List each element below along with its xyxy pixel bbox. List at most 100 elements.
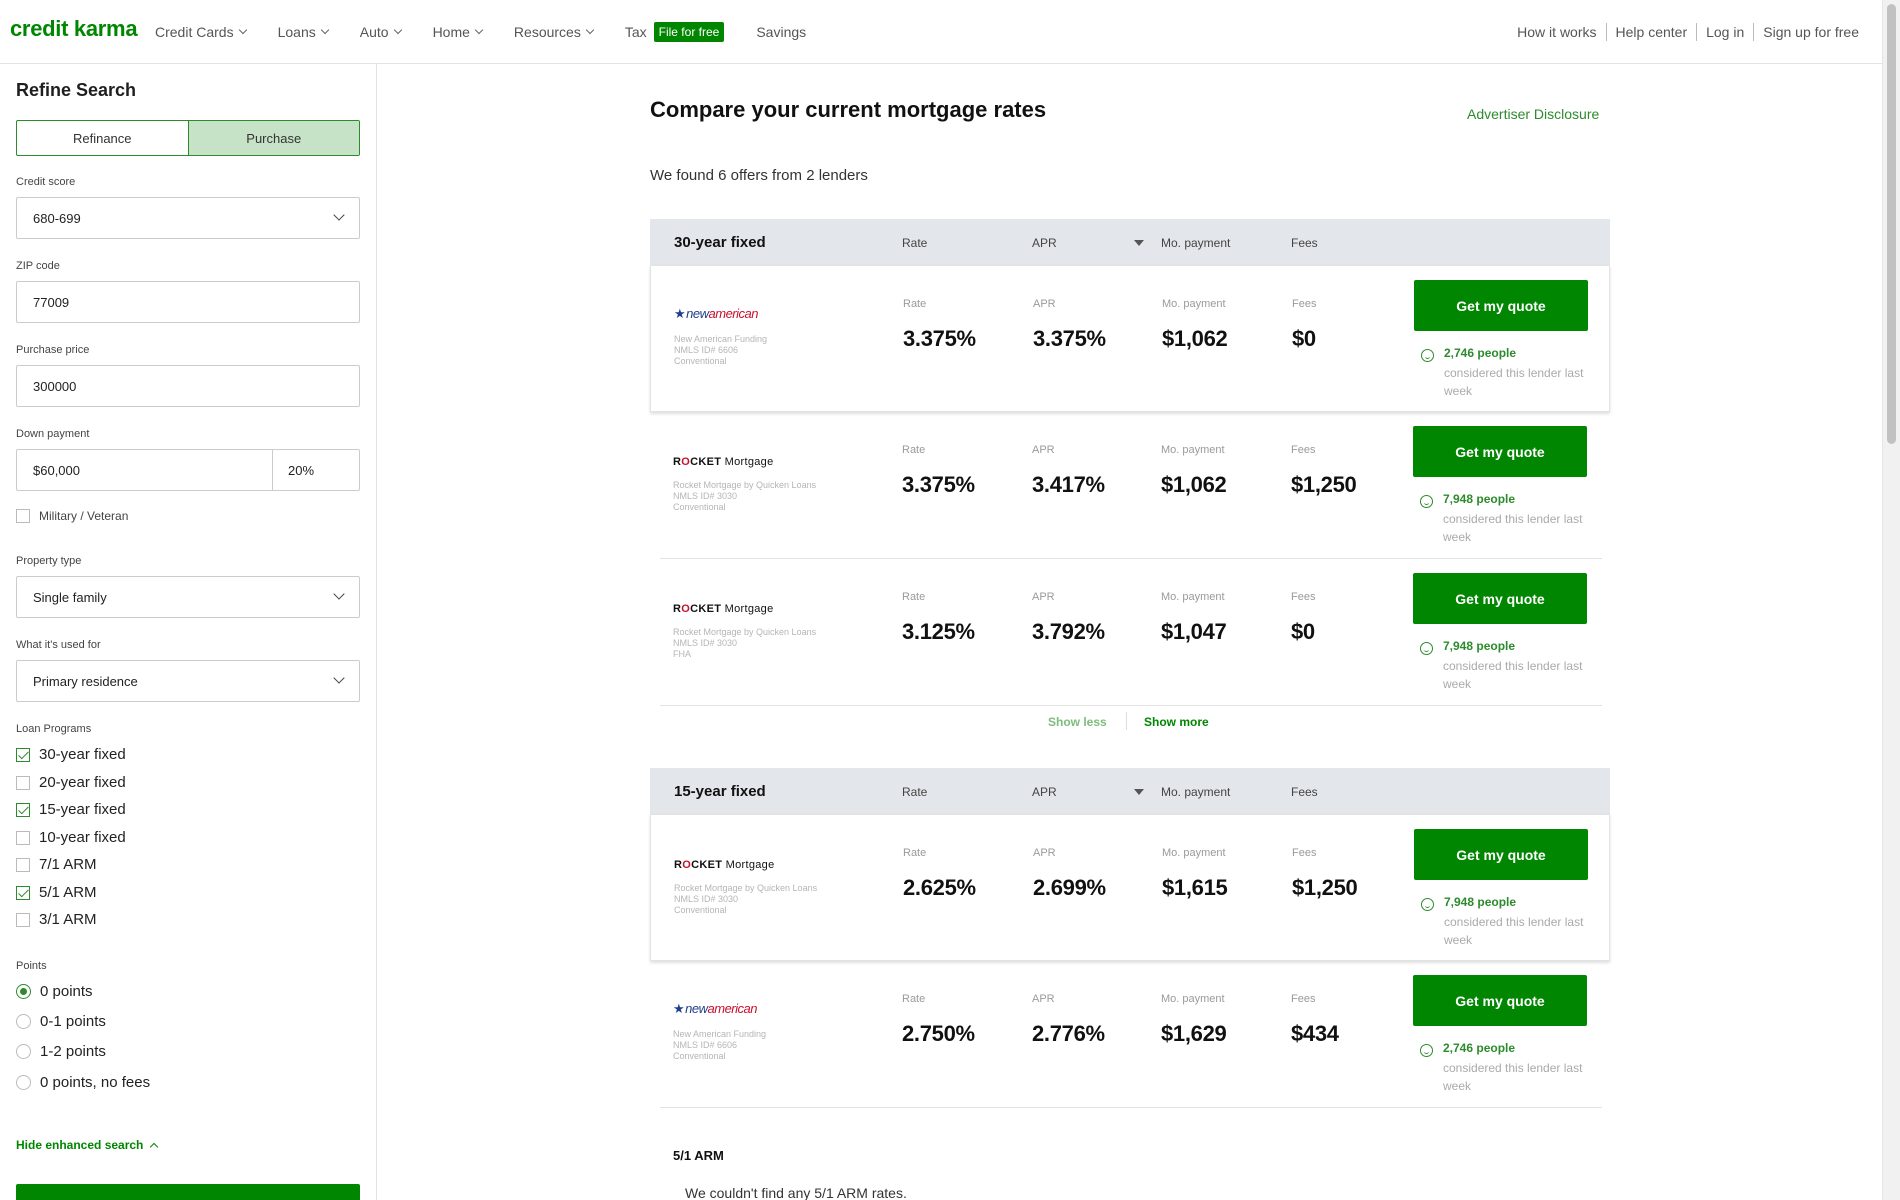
usage-select[interactable]: Primary residence [16, 660, 360, 702]
program-20-year-fixed[interactable]: 20-year fixed [16, 774, 126, 791]
nav-loans[interactable]: Loans [278, 24, 329, 40]
down-payment-amount-input[interactable]: $60,000 [17, 450, 273, 490]
apr-column-header[interactable]: APR [1032, 236, 1057, 250]
nav-auto[interactable]: Auto [360, 24, 402, 40]
apr-cell: APR 3.417% [1032, 444, 1105, 497]
checkbox-checked-icon [16, 885, 30, 900]
scrollbar-thumb[interactable] [1887, 4, 1896, 444]
rate-cell: Rate 3.125% [902, 591, 975, 644]
lender-details: New American Funding NMLS ID# 6606 Convent… [674, 334, 768, 366]
show-more-link[interactable]: Show more [1144, 715, 1209, 729]
chevron-down-icon [238, 25, 247, 35]
rate-column-header[interactable]: Rate [902, 236, 927, 250]
nav-home[interactable]: Home [433, 24, 484, 40]
new-american-funding-logo: ★newamerican [674, 306, 758, 321]
fees-column-header[interactable]: Fees [1291, 785, 1318, 799]
military-veteran-checkbox[interactable]: Military / Veteran [16, 509, 128, 523]
nav-resources[interactable]: Resources [514, 24, 595, 40]
nav-credit-cards[interactable]: Credit Cards [155, 24, 247, 40]
program-7-1-arm[interactable]: 7/1 ARM [16, 856, 97, 873]
group-header-15-year: 15-year fixed Rate APR Mo. payment Fees [650, 768, 1610, 814]
points-0[interactable]: 0 points [16, 983, 93, 1000]
points-0-1[interactable]: 0-1 points [16, 1013, 106, 1030]
apr-column-header[interactable]: APR [1032, 785, 1057, 799]
show-toggle-row: Show less Show more [650, 712, 1610, 732]
radio-icon [16, 1044, 31, 1059]
rate-cell: Rate 2.750% [902, 993, 975, 1046]
chevron-down-icon [474, 25, 484, 35]
program-10-year-fixed[interactable]: 10-year fixed [16, 829, 126, 846]
show-less-link[interactable]: Show less [1048, 715, 1107, 729]
apr-cell: APR 2.776% [1032, 993, 1105, 1046]
help-center-link[interactable]: Help center [1605, 23, 1697, 41]
mo-payment-cell: Mo. payment $1,062 [1161, 444, 1227, 497]
advertiser-disclosure-link[interactable]: Advertiser Disclosure [1467, 106, 1599, 122]
fees-column-header[interactable]: Fees [1291, 236, 1318, 250]
mo-payment-cell: Mo. payment $1,629 [1161, 993, 1227, 1046]
checkbox-icon [16, 857, 30, 872]
rate-cell: Rate 3.375% [903, 298, 976, 351]
mo-payment-column-header[interactable]: Mo. payment [1161, 236, 1230, 250]
purchase-price-label: Purchase price [16, 344, 90, 356]
lender-details: Rocket Mortgage by Quicken Loans NMLS ID#… [674, 883, 818, 915]
get-my-quote-button[interactable]: Get my quote [1414, 280, 1588, 331]
sort-caret-icon[interactable] [1134, 789, 1144, 795]
points-0-no-fees[interactable]: 0 points, no fees [16, 1074, 150, 1091]
file-for-free-badge[interactable]: File for free [653, 22, 725, 42]
credit-score-select[interactable]: 680-699 [16, 197, 360, 239]
update-search-button[interactable] [16, 1184, 360, 1200]
hide-enhanced-search-link[interactable]: Hide enhanced search [16, 1138, 159, 1152]
rocket-mortgage-logo: ROCKET Mortgage [674, 859, 775, 871]
rocket-mortgage-logo: ROCKET Mortgage [673, 603, 774, 615]
zip-code-input[interactable]: 77009 [16, 281, 360, 323]
program-5-1-arm[interactable]: 5/1 ARM [16, 884, 97, 901]
down-payment-field: $60,000 20% [16, 449, 360, 491]
purchase-price-input[interactable]: 300000 [16, 365, 360, 407]
chevron-down-icon [333, 209, 345, 221]
rate-column-header[interactable]: Rate [902, 785, 927, 799]
sign-up-link[interactable]: Sign up for free [1753, 23, 1868, 41]
down-payment-percent-input[interactable]: 20% [273, 450, 359, 490]
credit-karma-logo[interactable]: credit karma [10, 16, 138, 42]
group-title-5-1-arm: 5/1 ARM [673, 1148, 724, 1163]
fees-cell: Fees $434 [1291, 993, 1339, 1046]
fees-cell: Fees $0 [1291, 591, 1316, 644]
mo-payment-column-header[interactable]: Mo. payment [1161, 785, 1230, 799]
get-my-quote-button[interactable]: Get my quote [1413, 975, 1587, 1026]
fees-cell: Fees $1,250 [1291, 444, 1357, 497]
results-summary: We found 6 offers from 2 lenders [650, 167, 868, 184]
offer-row: ROCKET Mortgage Rocket Mortgage by Quick… [650, 814, 1610, 961]
get-my-quote-button[interactable]: Get my quote [1413, 426, 1587, 477]
checkbox-icon [16, 509, 30, 523]
program-15-year-fixed[interactable]: 15-year fixed [16, 801, 126, 818]
chevron-down-icon [333, 672, 345, 684]
fees-cell: Fees $1,250 [1292, 847, 1358, 900]
group-title: 15-year fixed [674, 783, 766, 800]
fees-cell: Fees $0 [1292, 298, 1317, 351]
main-nav: Credit Cards Loans Auto Home Resources T… [155, 0, 806, 64]
divider [1126, 712, 1127, 730]
get-my-quote-button[interactable]: Get my quote [1414, 829, 1588, 880]
nav-savings[interactable]: Savings [756, 24, 806, 40]
smile-icon [1420, 495, 1433, 508]
lender-details: Rocket Mortgage by Quicken Loans NMLS ID#… [673, 480, 817, 512]
page-title: Compare your current mortgage rates [650, 97, 1047, 122]
refinance-option[interactable]: Refinance [17, 121, 188, 155]
how-it-works-link[interactable]: How it works [1508, 23, 1605, 41]
credit-score-label: Credit score [16, 176, 76, 188]
nav-tax[interactable]: Tax File for free [625, 22, 725, 42]
property-type-select[interactable]: Single family [16, 576, 360, 618]
page-scrollbar[interactable] [1882, 0, 1900, 1200]
program-30-year-fixed[interactable]: 30-year fixed [16, 746, 126, 763]
mo-payment-cell: Mo. payment $1,062 [1162, 298, 1228, 351]
points-1-2[interactable]: 1-2 points [16, 1043, 106, 1060]
top-nav: credit karma Credit Cards Loans Auto Hom… [0, 0, 1882, 64]
sort-caret-icon[interactable] [1134, 240, 1144, 246]
get-my-quote-button[interactable]: Get my quote [1413, 573, 1587, 624]
mo-payment-cell: Mo. payment $1,047 [1161, 591, 1227, 644]
purchase-option[interactable]: Purchase [187, 121, 359, 155]
offer-row: ★newamerican New American Funding NMLS ID… [650, 961, 1610, 1108]
zip-code-label: ZIP code [16, 260, 60, 272]
log-in-link[interactable]: Log in [1696, 23, 1753, 41]
program-3-1-arm[interactable]: 3/1 ARM [16, 911, 97, 928]
